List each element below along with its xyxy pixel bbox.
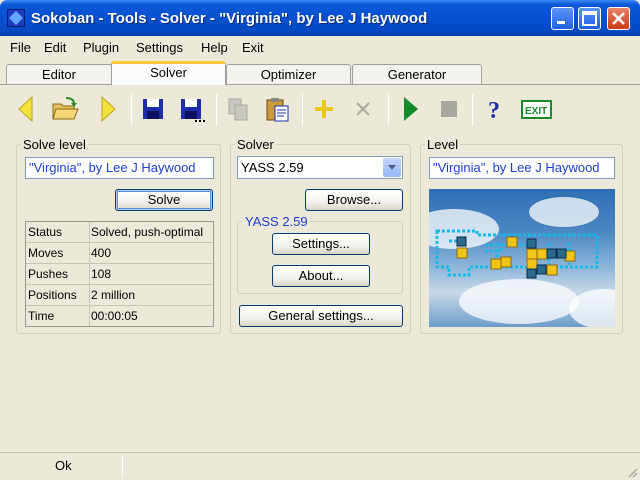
solver-stats-table: Status Solved, push-optimal Moves 400 Pu… bbox=[25, 221, 215, 327]
toolbar-separator bbox=[472, 94, 473, 126]
tab-generator[interactable]: Generator bbox=[352, 64, 482, 84]
stat-key: Pushes bbox=[28, 267, 69, 281]
maximize-icon bbox=[582, 11, 597, 26]
save-as-icon[interactable] bbox=[176, 94, 206, 124]
table-row: Time 00:00:05 bbox=[26, 306, 215, 327]
exit-icon[interactable]: EXIT bbox=[520, 94, 554, 124]
status-text: Ok bbox=[55, 458, 72, 473]
status-divider bbox=[122, 456, 123, 478]
menu-edit[interactable]: Edit bbox=[44, 40, 66, 55]
sokoban-app-icon[interactable] bbox=[7, 9, 25, 27]
resize-grip-icon[interactable] bbox=[626, 466, 638, 478]
browse-button[interactable]: Browse... bbox=[305, 189, 403, 211]
stat-key: Time bbox=[28, 309, 55, 323]
table-row: Status Solved, push-optimal bbox=[26, 222, 215, 243]
tab-editor[interactable]: Editor bbox=[6, 64, 112, 84]
table-row: Moves 400 bbox=[26, 243, 215, 264]
toolbar-separator bbox=[216, 94, 217, 126]
level-board bbox=[435, 229, 599, 279]
minimize-icon bbox=[557, 21, 565, 24]
toolbar-separator bbox=[388, 94, 389, 126]
stat-value: Solved, push-optimal bbox=[91, 225, 204, 239]
help-icon-label: ? bbox=[488, 98, 500, 124]
level-title: Level bbox=[425, 137, 461, 152]
exit-icon-label: EXIT bbox=[525, 106, 547, 117]
stat-value: 2 million bbox=[91, 288, 136, 302]
save-icon[interactable] bbox=[138, 94, 168, 124]
solve-level-name: "Virginia", by Lee J Haywood bbox=[25, 157, 214, 179]
settings-button[interactable]: Settings... bbox=[272, 233, 370, 255]
solver-select[interactable]: YASS 2.59 bbox=[237, 156, 403, 179]
help-icon[interactable]: ? bbox=[479, 94, 509, 124]
minimize-button[interactable] bbox=[551, 7, 574, 30]
menu-plugin[interactable]: Plugin bbox=[83, 40, 119, 55]
table-row: Positions 2 million bbox=[26, 285, 215, 306]
delete-icon[interactable] bbox=[348, 94, 378, 124]
general-settings-button[interactable]: General settings... bbox=[239, 305, 403, 327]
level-preview[interactable] bbox=[429, 189, 615, 327]
menu-bar: File Edit Plugin Settings Help Exit bbox=[0, 36, 640, 58]
stat-value: 108 bbox=[91, 267, 112, 281]
chevron-down-icon[interactable] bbox=[383, 158, 401, 177]
toolbar: ? EXIT bbox=[6, 88, 634, 132]
solver-title: Solver bbox=[235, 137, 276, 152]
menu-help[interactable]: Help bbox=[201, 40, 228, 55]
menu-file[interactable]: File bbox=[10, 40, 31, 55]
back-arrow-icon[interactable] bbox=[12, 94, 42, 124]
menu-exit[interactable]: Exit bbox=[242, 40, 264, 55]
stat-value: 400 bbox=[91, 246, 112, 260]
tab-strip-divider bbox=[0, 84, 640, 85]
solver-select-value: YASS 2.59 bbox=[241, 160, 304, 175]
toolbar-separator bbox=[302, 94, 303, 126]
open-folder-icon[interactable] bbox=[50, 94, 80, 124]
add-icon[interactable] bbox=[309, 94, 339, 124]
close-button[interactable] bbox=[607, 7, 630, 30]
solve-level-title: Solve level bbox=[21, 137, 88, 152]
solve-button[interactable]: Solve bbox=[115, 189, 213, 211]
stat-value: 00:00:05 bbox=[91, 309, 138, 323]
paste-icon[interactable] bbox=[262, 94, 292, 124]
title-bar: Sokoban - Tools - Solver - "Virginia", b… bbox=[0, 0, 640, 36]
toolbar-separator bbox=[131, 94, 132, 126]
menu-settings[interactable]: Settings bbox=[136, 40, 183, 55]
stat-key: Status bbox=[28, 225, 63, 239]
forward-arrow-icon[interactable] bbox=[92, 94, 122, 124]
stop-icon[interactable] bbox=[434, 94, 464, 124]
close-icon bbox=[612, 12, 625, 25]
about-button[interactable]: About... bbox=[272, 265, 370, 287]
maximize-button[interactable] bbox=[578, 7, 601, 30]
tab-optimizer[interactable]: Optimizer bbox=[226, 64, 351, 84]
status-bar: Ok bbox=[0, 452, 640, 480]
solver-plugin-title: YASS 2.59 bbox=[243, 214, 310, 229]
tab-solver[interactable]: Solver bbox=[111, 61, 226, 85]
stat-key: Moves bbox=[28, 246, 64, 260]
level-name: "Virginia", by Lee J Haywood bbox=[429, 157, 615, 179]
table-row: Pushes 108 bbox=[26, 264, 215, 285]
stat-key: Positions bbox=[28, 288, 77, 302]
play-icon[interactable] bbox=[395, 94, 425, 124]
copy-icon[interactable] bbox=[223, 94, 253, 124]
window-title: Sokoban - Tools - Solver - "Virginia", b… bbox=[31, 10, 428, 27]
